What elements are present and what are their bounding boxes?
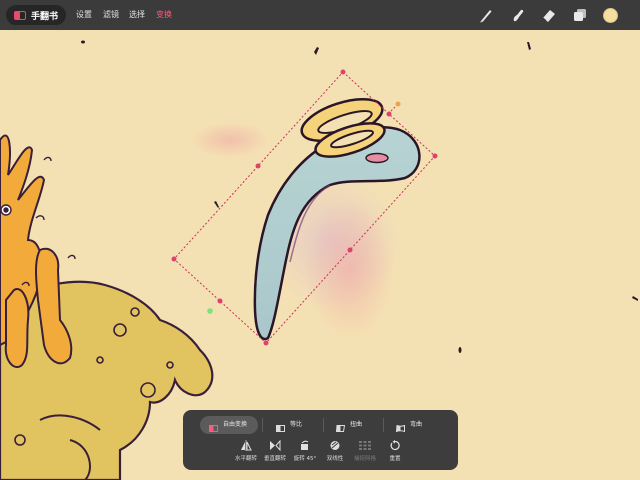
- anchor-point: [207, 308, 213, 314]
- mode-label: 扭曲: [350, 421, 363, 428]
- edge-handle: [217, 298, 223, 304]
- mode-warp[interactable]: 弯曲: [395, 416, 423, 434]
- menu-filters[interactable]: 滤镜: [103, 0, 119, 30]
- rotate-handle: [395, 101, 401, 107]
- app-home-button[interactable]: 手翻书: [6, 5, 66, 25]
- mode-label: 等比: [290, 421, 303, 428]
- corner-handle: [263, 340, 269, 346]
- blush-blob: [190, 122, 270, 158]
- mode-free-transform[interactable]: 自由变换: [200, 416, 258, 434]
- distort-icon: [335, 422, 346, 432]
- free-transform-icon: [209, 422, 218, 432]
- brush-icon[interactable]: [478, 7, 494, 23]
- layers-icon[interactable]: [572, 7, 588, 23]
- mode-label: 自由变换: [223, 421, 248, 428]
- corner-handle: [171, 256, 177, 262]
- color-swatch[interactable]: [603, 8, 618, 23]
- smudge-icon[interactable]: [510, 7, 526, 23]
- edge-handle: [386, 111, 392, 117]
- warp-icon: [395, 422, 405, 432]
- mode-distort[interactable]: 扭曲: [335, 416, 363, 434]
- edge-handle: [255, 163, 261, 169]
- mode-label: 弯曲: [410, 421, 423, 428]
- action-label: 重置: [389, 456, 401, 462]
- menu-select[interactable]: 选择: [129, 0, 145, 30]
- yellow-hand: [0, 280, 214, 480]
- divider: [323, 418, 324, 432]
- menu-transform[interactable]: 变换: [156, 0, 172, 30]
- top-bar: 手翻书 设置 滤镜 选择 变换: [0, 0, 640, 30]
- mode-uniform[interactable]: 等比: [276, 416, 302, 434]
- app-name: 手翻书: [31, 11, 59, 22]
- eraser-icon[interactable]: [541, 7, 557, 23]
- divider: [383, 418, 384, 432]
- transform-panel: 自由变换 等比 扭曲 弯曲 水平翻转 垂直翻转 旋转 45° 双线性 捕捉网格 …: [183, 410, 458, 470]
- reset-icon: [373, 438, 417, 452]
- uniform-icon: [276, 422, 285, 432]
- corner-handle: [432, 153, 438, 159]
- action-reset[interactable]: 重置: [373, 438, 417, 462]
- edge-handle: [347, 247, 353, 253]
- blush-blob: [305, 200, 395, 340]
- menu-settings[interactable]: 设置: [76, 0, 92, 30]
- divider: [262, 418, 263, 432]
- app-logo-icon: [14, 10, 27, 20]
- corner-handle: [340, 69, 346, 75]
